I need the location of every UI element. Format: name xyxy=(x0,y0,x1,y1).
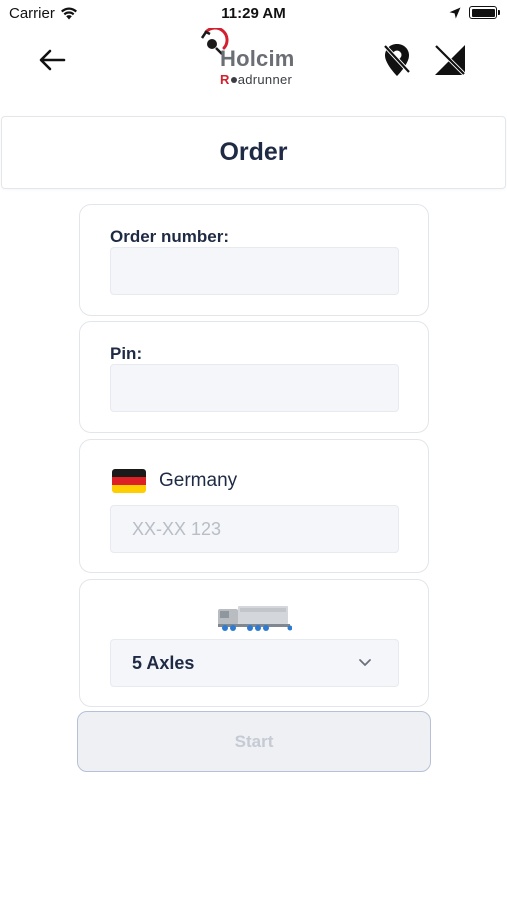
country-name: Germany xyxy=(159,470,238,491)
pin-label: Pin: xyxy=(110,344,143,363)
axles-select[interactable]: 5 Axles xyxy=(110,639,399,687)
location-arrow-icon xyxy=(449,7,461,18)
connection-status-button[interactable] xyxy=(432,40,468,80)
chevron-down-icon xyxy=(359,659,371,666)
vehicle-card: 5 Axles xyxy=(79,579,429,707)
license-plate-card: Germany XX-XX 123 xyxy=(79,439,429,573)
license-plate-input[interactable]: XX-XX 123 xyxy=(110,505,399,553)
start-button[interactable]: Start xyxy=(77,711,431,772)
page-title-card: Order xyxy=(1,116,506,189)
order-number-input[interactable] xyxy=(110,247,399,295)
back-button[interactable] xyxy=(32,42,72,78)
truck-icon xyxy=(218,606,292,631)
axles-select-value: 5 Axles xyxy=(132,652,195,673)
status-bar: Carrier 11:29 AM xyxy=(0,0,507,28)
back-arrow-icon xyxy=(39,49,66,71)
country-selector[interactable]: Germany xyxy=(112,469,237,493)
pin-card: Pin: xyxy=(79,321,429,433)
logo-subtitle: Radrunner xyxy=(220,72,293,87)
germany-flag-icon xyxy=(112,469,146,493)
order-number-card: Order number: xyxy=(79,204,429,316)
no-signal-icon xyxy=(433,43,467,77)
status-right xyxy=(449,6,500,19)
holcim-roadrunner-logo: Holcim Radrunner xyxy=(196,28,306,92)
pin-input[interactable] xyxy=(110,364,399,412)
nav-bar: Holcim Radrunner xyxy=(0,28,507,100)
location-status-button[interactable] xyxy=(379,40,415,80)
logo-wordmark: Holcim xyxy=(220,46,295,71)
location-off-icon xyxy=(383,44,411,76)
clock: 11:29 AM xyxy=(221,5,286,22)
page-title: Order xyxy=(219,138,288,166)
order-number-label: Order number: xyxy=(110,227,230,246)
battery-icon xyxy=(469,6,500,19)
